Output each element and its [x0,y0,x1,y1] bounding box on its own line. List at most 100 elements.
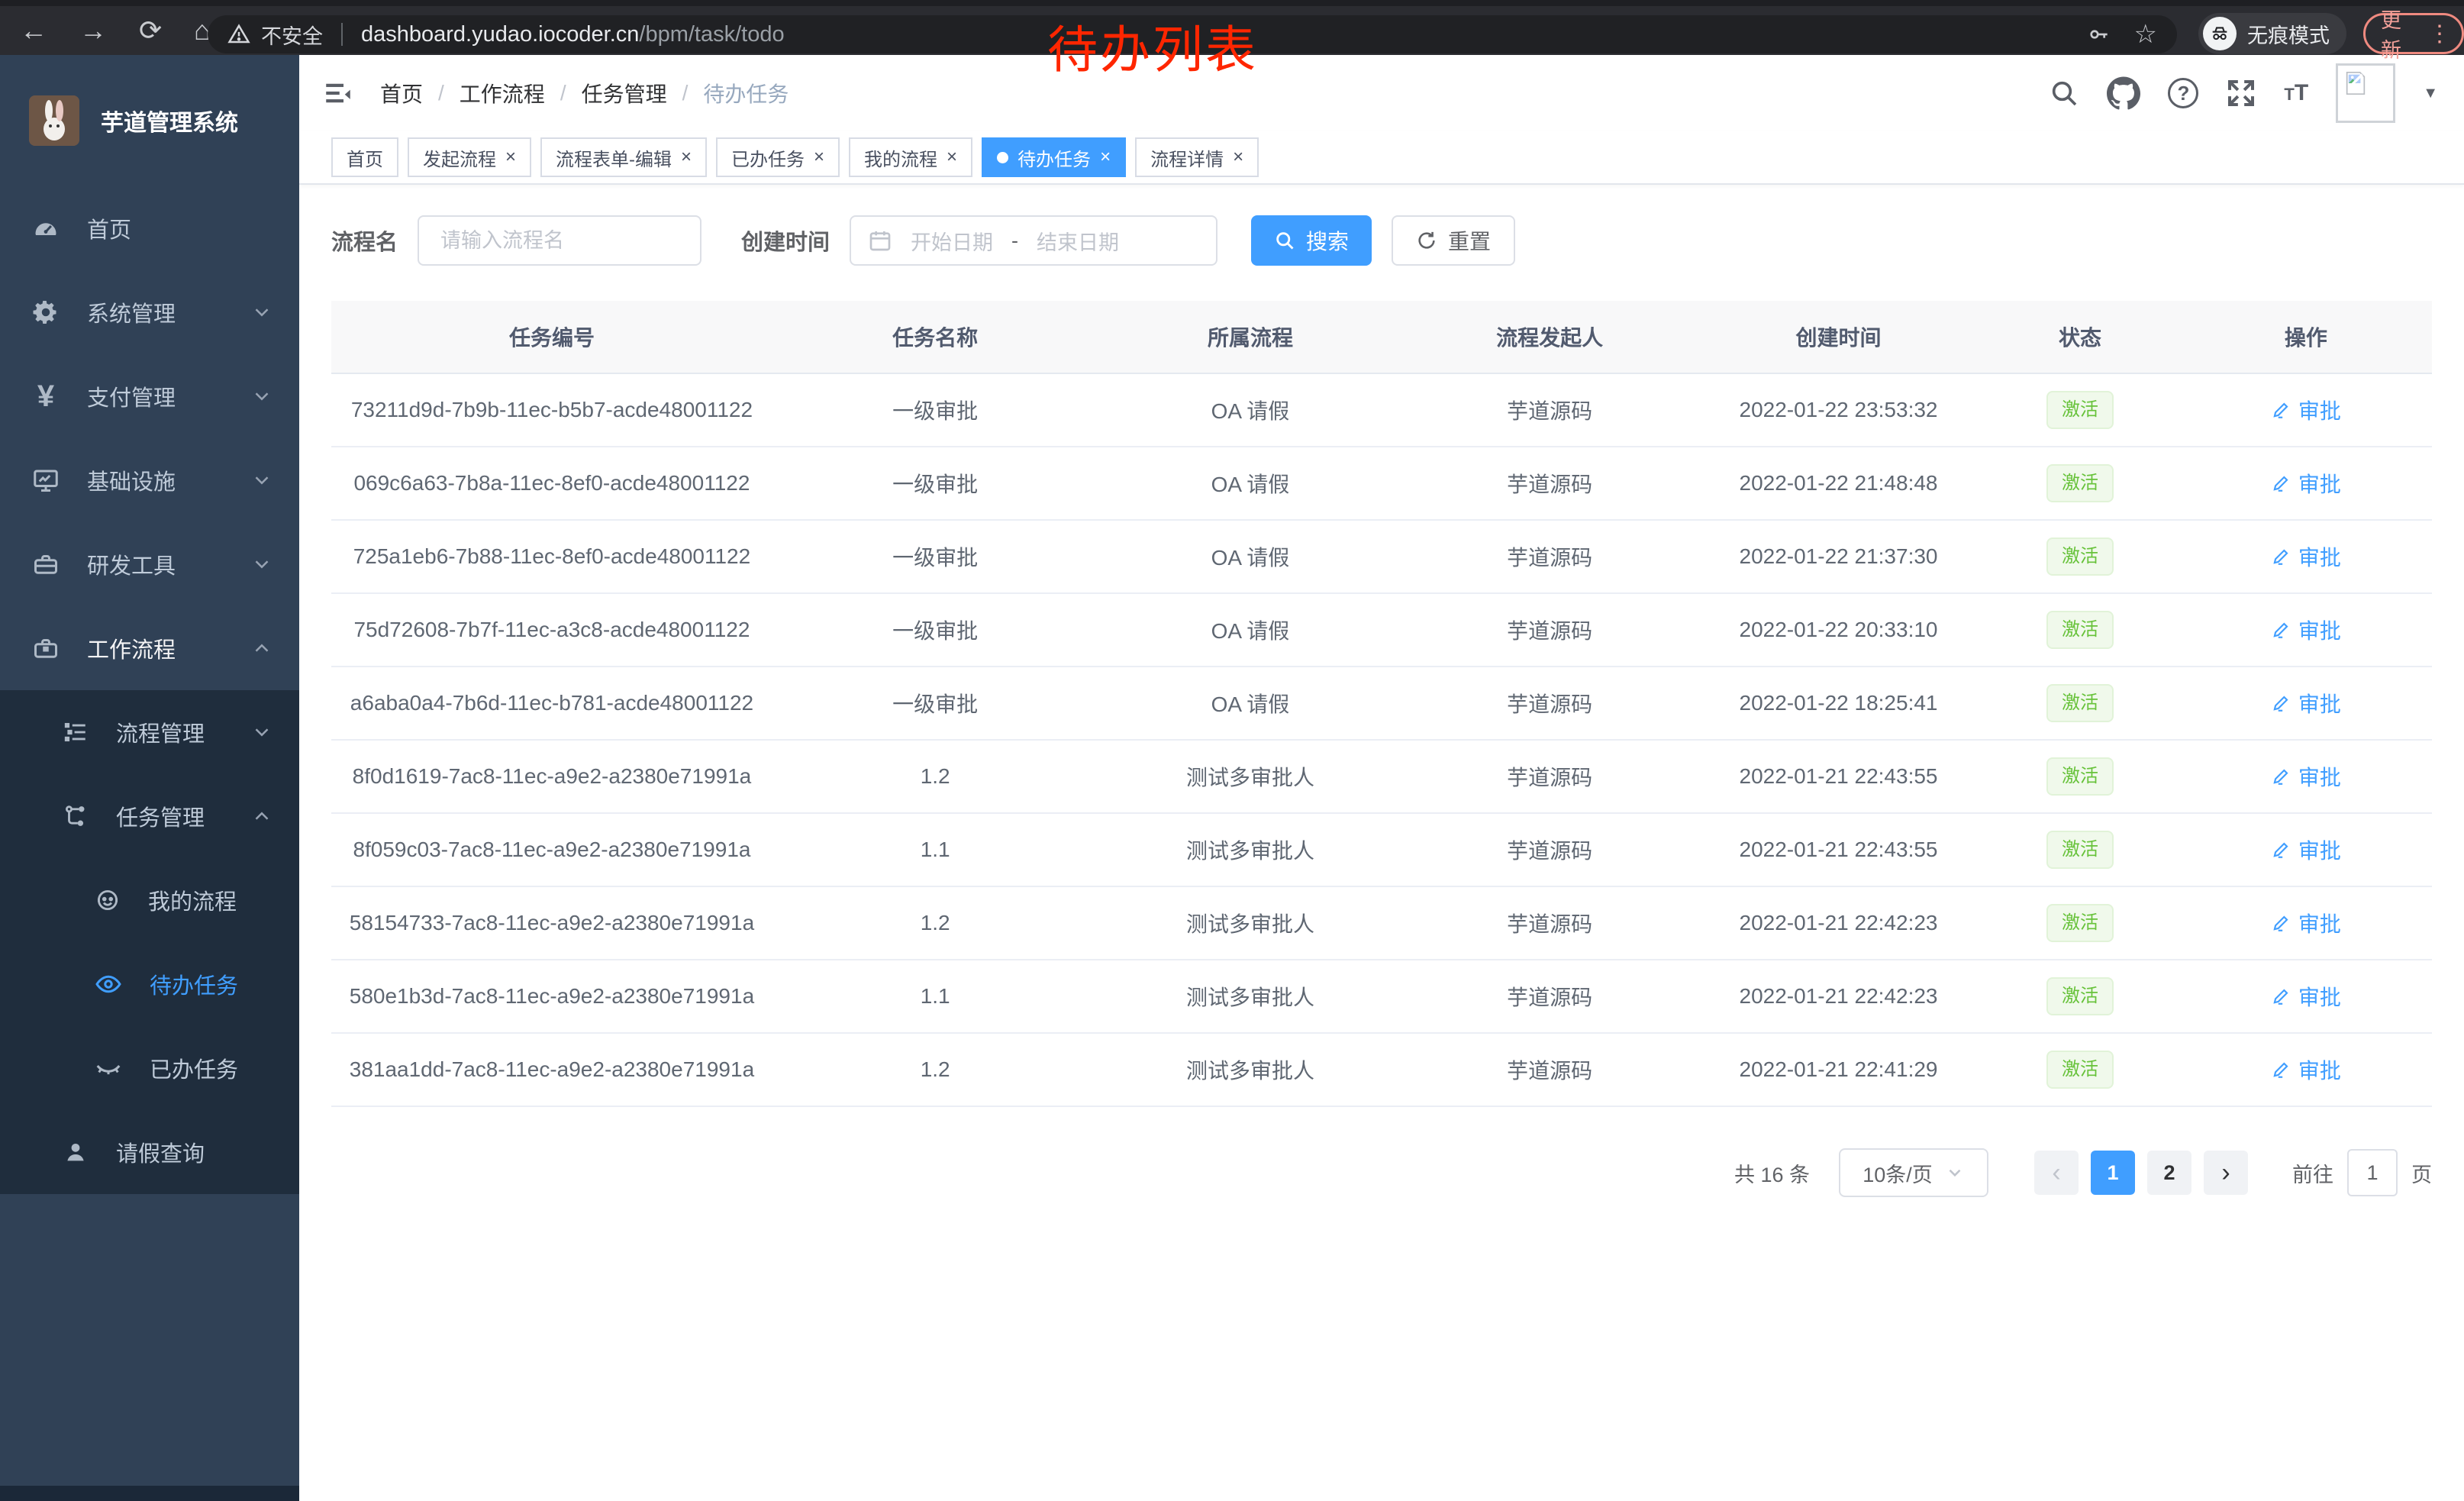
password-key-icon[interactable] [2087,22,2111,47]
back-icon[interactable]: ← [20,15,47,47]
face-icon [95,887,121,913]
sidebar-item-system[interactable]: 系统管理 [0,270,299,354]
approve-link[interactable]: 审批 [2271,541,2341,572]
tag-done-tasks[interactable]: 已办任务 × [716,137,840,177]
url-host[interactable]: dashboard.yudao.iocoder.cn [361,22,639,47]
approve-link[interactable]: 审批 [2271,1054,2341,1085]
not-secure-icon [227,23,250,46]
process-name: OA 请假 [1098,688,1402,718]
status-badge: 激活 [2046,904,2114,943]
tag-form-edit[interactable]: 流程表单-编辑 × [540,137,707,177]
forward-icon[interactable]: → [79,15,107,47]
goto-page-input[interactable] [2347,1149,2398,1196]
tag-start-process[interactable]: 发起流程 × [408,137,531,177]
edit-pencil-icon [2271,547,2291,567]
approve-link[interactable]: 审批 [2271,908,2341,938]
task-name: 一级审批 [772,615,1098,645]
tag-todo-tasks[interactable]: 待办任务 × [982,137,1126,177]
page-size-select[interactable]: 10条/页 [1839,1148,1988,1197]
tag-label: 首页 [347,144,383,171]
status-badge: 激活 [2046,1051,2114,1089]
page-unit-label: 页 [2411,1158,2432,1188]
url-path[interactable]: /bpm/task/todo [639,22,784,47]
create-time: 2022-01-21 22:43:55 [1697,764,1981,789]
font-size-icon[interactable]: TT [2284,80,2308,106]
search-icon[interactable] [2049,78,2079,108]
breadcrumb-item[interactable]: 任务管理 [582,78,667,108]
fullscreen-icon[interactable] [2226,78,2256,108]
eye-closed-icon [95,1054,122,1082]
process-name-input[interactable] [418,215,701,266]
process-starter: 芋道源码 [1402,615,1696,645]
column-header: 任务编号 [331,321,772,352]
reset-button[interactable]: 重置 [1392,215,1515,266]
close-icon[interactable]: × [947,148,957,166]
sidebar-item-leave-query[interactable]: 请假查询 [0,1110,299,1194]
approve-link[interactable]: 审批 [2271,615,2341,645]
navbar-actions: ? TT ▼ [2049,63,2438,123]
reload-icon[interactable]: ⟳ [139,15,162,47]
close-icon[interactable]: × [814,148,824,166]
task-id: 381aa1dd-7ac8-11ec-a9e2-a2380e71991a [331,1057,772,1082]
tag-my-process[interactable]: 我的流程 × [849,137,972,177]
edit-pencil-icon [2271,693,2291,713]
sidebar-item-infrastructure[interactable]: 基础设施 [0,438,299,522]
approve-link[interactable]: 审批 [2271,761,2341,792]
bookmark-star-icon[interactable]: ☆ [2134,19,2157,50]
github-icon[interactable] [2107,76,2140,110]
close-icon[interactable]: × [681,148,692,166]
approve-link[interactable]: 审批 [2271,834,2341,865]
tag-process-detail[interactable]: 流程详情 × [1135,137,1259,177]
approve-link[interactable]: 审批 [2271,468,2341,499]
reset-button-label: 重置 [1448,225,1491,256]
help-icon[interactable]: ? [2168,78,2198,108]
approve-link[interactable]: 审批 [2271,981,2341,1012]
breadcrumb-item[interactable]: 首页 [380,78,423,108]
sidebar-item-process-management[interactable]: 流程管理 [0,690,299,774]
date-range-picker[interactable]: 开始日期 - 结束日期 [850,215,1217,266]
start-date-placeholder[interactable]: 开始日期 [911,226,993,256]
status-badge: 激活 [2046,611,2114,650]
search-button-label: 搜索 [1306,225,1349,256]
edit-pencil-icon [2271,986,2291,1006]
create-time: 2022-01-21 22:43:55 [1697,838,1981,862]
end-date-placeholder[interactable]: 结束日期 [1037,226,1119,256]
create-time: 2022-01-21 22:42:23 [1697,984,1981,1009]
app-title: 芋道管理系统 [101,104,238,137]
sidebar-item-my-process[interactable]: 我的流程 [0,858,299,942]
sidebar-item-done-tasks[interactable]: 已办任务 [0,1026,299,1110]
next-page-button[interactable]: › [2204,1151,2248,1195]
sidebar-item-dev-tools[interactable]: 研发工具 [0,522,299,606]
tag-home[interactable]: 首页 [331,137,398,177]
process-starter: 芋道源码 [1402,395,1696,425]
sidebar-item-home[interactable]: 首页 [0,186,299,270]
edit-pencil-icon [2271,400,2291,420]
approve-link[interactable]: 审批 [2271,395,2341,425]
table-row: 73211d9d-7b9b-11ec-b5b7-acde48001122 一级审… [331,374,2432,447]
approve-link[interactable]: 审批 [2271,688,2341,718]
table-row: 58154733-7ac8-11ec-a9e2-a2380e71991a 1.2… [331,887,2432,960]
browser-menu-icon[interactable]: ⋮ [2428,21,2451,47]
prev-page-button[interactable]: ‹ [2034,1151,2079,1195]
update-label[interactable]: 更新 [2381,4,2417,63]
avatar-caret-icon[interactable]: ▼ [2423,85,2438,102]
breadcrumb-item[interactable]: 工作流程 [460,78,545,108]
search-button[interactable]: 搜索 [1251,215,1372,266]
incognito-chip: 无痕模式 [2198,13,2346,54]
process-name: 测试多审批人 [1098,834,1402,865]
sidebar-item-workflow[interactable]: 工作流程 [0,606,299,690]
close-icon[interactable]: × [1233,148,1243,166]
close-icon[interactable]: × [505,148,516,166]
sidebar-item-payment[interactable]: ¥ 支付管理 [0,354,299,438]
sidebar-item-todo-tasks[interactable]: 待办任务 [0,942,299,1026]
process-name: 测试多审批人 [1098,981,1402,1012]
sidebar-item-task-management[interactable]: 任务管理 [0,774,299,858]
browser-update-button[interactable]: 更新 ⋮ [2363,13,2464,54]
security-label[interactable]: 不安全 [261,20,323,50]
page-button-2[interactable]: 2 [2147,1151,2191,1195]
avatar[interactable] [2336,63,2395,123]
sidebar-toggle-icon[interactable] [322,77,354,109]
sidebar-item-label: 流程管理 [116,716,205,748]
close-icon[interactable]: × [1100,148,1111,166]
page-button-1[interactable]: 1 [2091,1151,2135,1195]
